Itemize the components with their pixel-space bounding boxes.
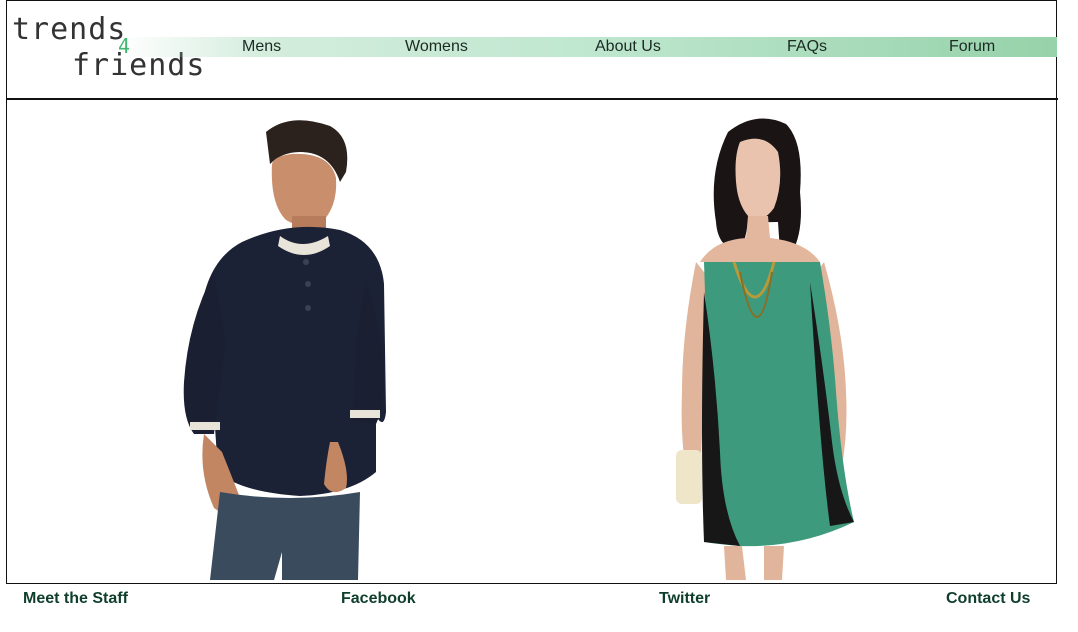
- womens-model-photo[interactable]: [660, 112, 880, 582]
- nav-forum[interactable]: Forum: [949, 37, 995, 57]
- nav-mens[interactable]: Mens: [242, 37, 281, 57]
- footer-facebook[interactable]: Facebook: [341, 590, 416, 608]
- nav-about-us[interactable]: About Us: [595, 37, 661, 57]
- logo-word-trends: trends: [12, 12, 127, 47]
- footer-contact-us[interactable]: Contact Us: [946, 590, 1030, 608]
- mens-model-photo[interactable]: [170, 112, 400, 582]
- nav-faqs[interactable]: FAQs: [787, 37, 827, 57]
- nav-womens[interactable]: Womens: [405, 37, 468, 57]
- footer-twitter[interactable]: Twitter: [659, 590, 710, 608]
- header-divider: [6, 98, 1058, 100]
- footer-meet-the-staff[interactable]: Meet the Staff: [23, 590, 128, 608]
